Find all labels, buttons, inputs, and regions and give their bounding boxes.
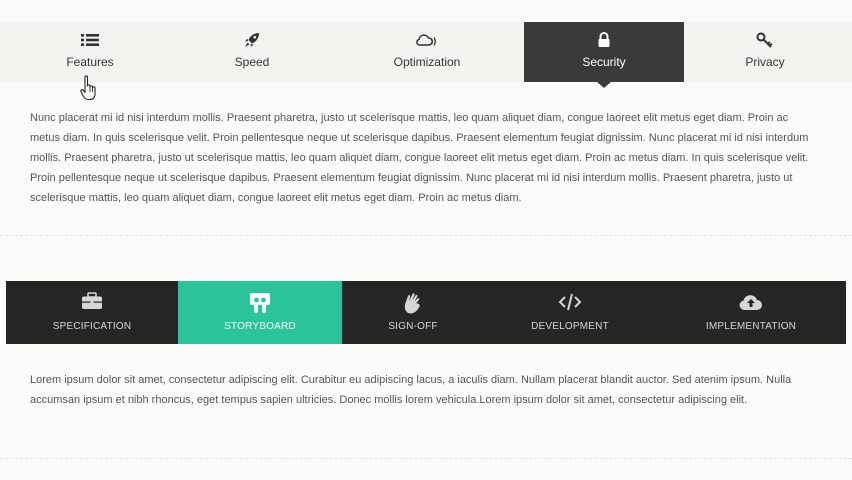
tab-features[interactable]: Features (10, 22, 170, 82)
lock-icon (524, 32, 684, 50)
process-tab-bar: SPECIFICATION STORYBOARD SIGN-OFF DEVELO… (6, 281, 846, 344)
tab-label: Optimization (393, 55, 461, 69)
feature-tab-bar: Features Speed Optimization Security Pri… (0, 22, 852, 88)
briefcase-icon (6, 292, 178, 314)
tab-label: Features (66, 55, 114, 69)
tab-label: SPECIFICATION (52, 321, 132, 332)
list-icon (10, 32, 170, 50)
tab-label: Speed (234, 55, 270, 69)
active-caret (597, 82, 611, 88)
tab-implementation[interactable]: IMPLEMENTATION (656, 281, 846, 344)
hand-icon (342, 292, 484, 314)
tab-specification[interactable]: SPECIFICATION (6, 281, 178, 344)
tab-development[interactable]: DEVELOPMENT (484, 281, 656, 344)
tab-label: IMPLEMENTATION (705, 321, 797, 332)
tab-storyboard[interactable]: STORYBOARD (178, 281, 342, 344)
rocket-icon (172, 32, 332, 50)
tab-label: Privacy (745, 55, 785, 69)
tab-optimization[interactable]: Optimization (347, 22, 507, 82)
tab-speed[interactable]: Speed (172, 22, 332, 82)
security-description: Nunc placerat mi id nisi interdum mollis… (30, 112, 809, 204)
cloud-signal-icon (347, 32, 507, 50)
key-icon (685, 32, 845, 50)
hand-cursor-icon (80, 75, 98, 106)
tab-label: DEVELOPMENT (531, 321, 609, 332)
cloud-upload-icon (656, 292, 846, 314)
process-description: Lorem ipsum dolor sit amet, consectetur … (30, 374, 792, 406)
slideshare-icon (178, 292, 342, 314)
tab-label: STORYBOARD (224, 321, 296, 332)
divider (0, 235, 852, 236)
tab-label: SIGN-OFF (388, 321, 438, 332)
tab-security[interactable]: Security (524, 22, 684, 88)
tab-sign-off[interactable]: SIGN-OFF (342, 281, 484, 344)
code-icon (484, 292, 656, 314)
tab-privacy[interactable]: Privacy (685, 22, 845, 82)
tab-label: Security (582, 55, 626, 69)
divider (0, 458, 852, 459)
